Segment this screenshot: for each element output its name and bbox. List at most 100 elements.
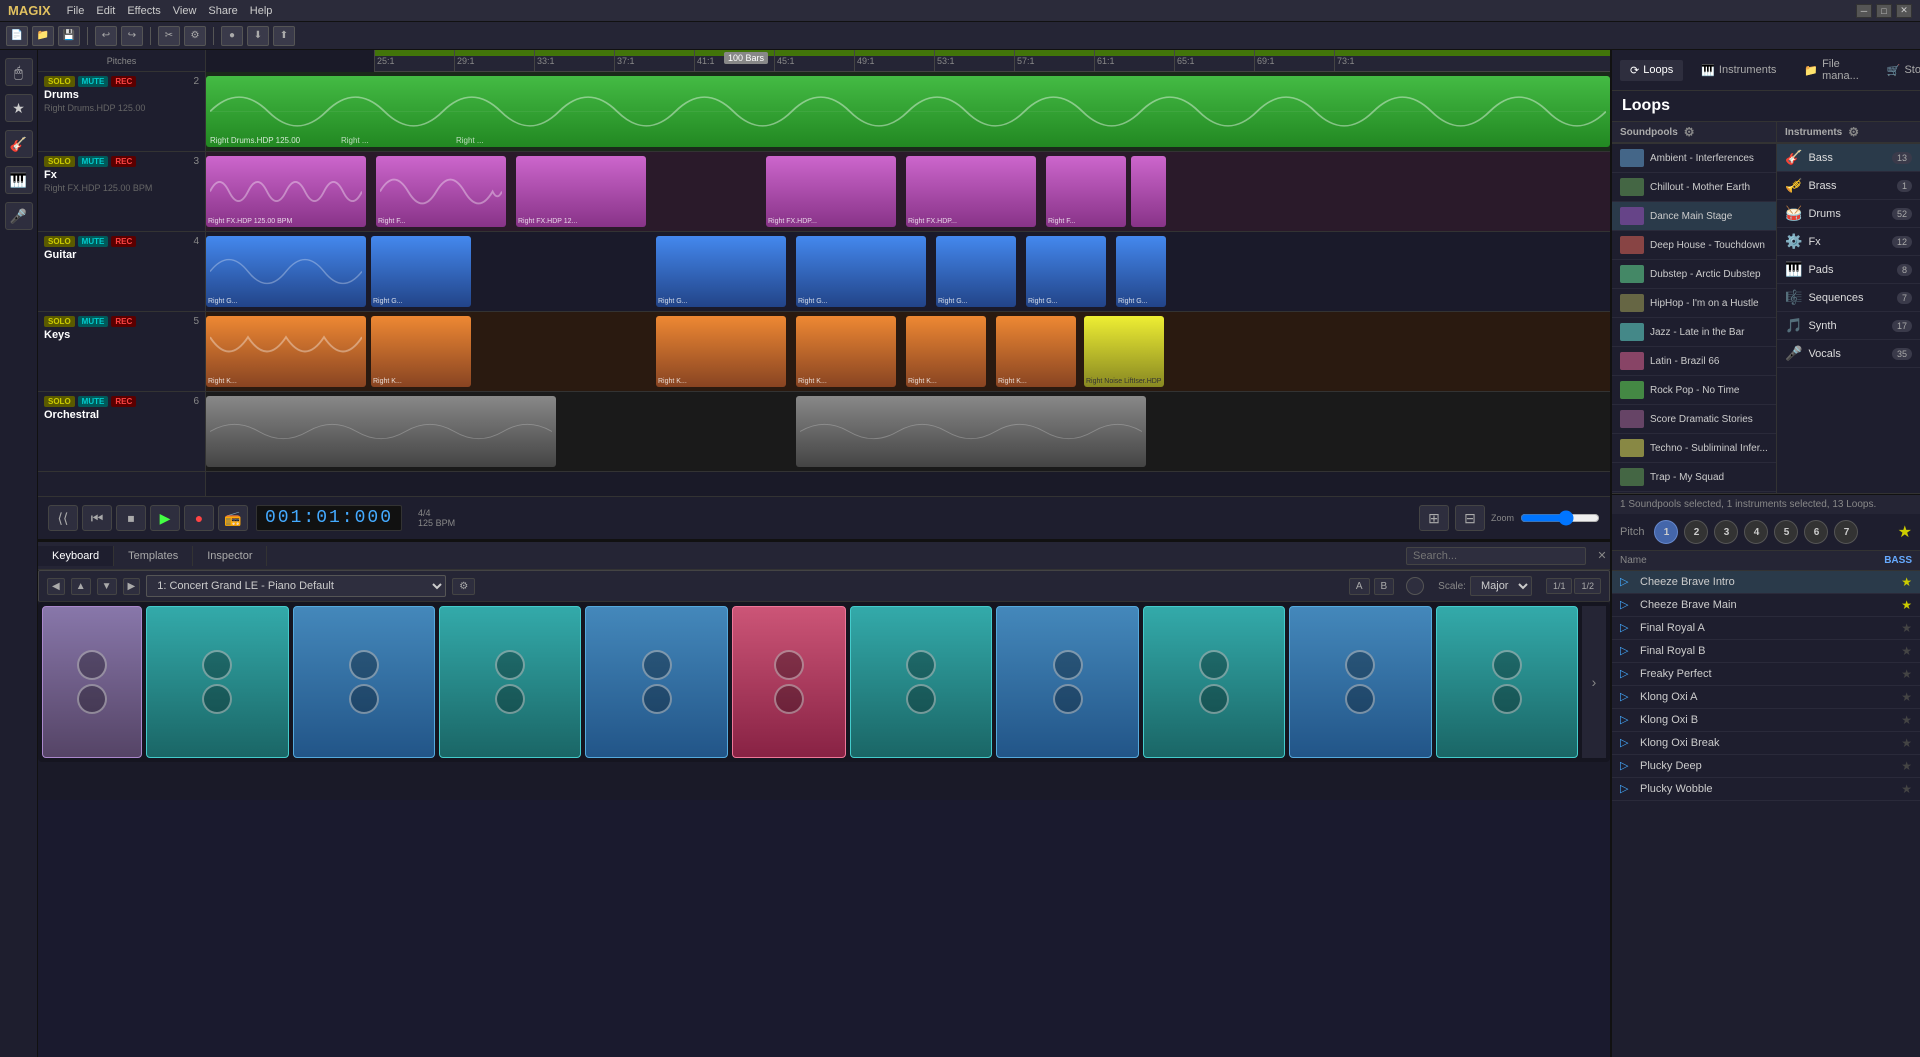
key-pad-9[interactable]	[1143, 606, 1285, 758]
soundpool-techno[interactable]: Techno - Subliminal Infer...	[1612, 434, 1776, 463]
menu-share[interactable]: Share	[208, 5, 237, 17]
transport-play[interactable]: ▶	[150, 505, 180, 531]
fx-clip-5[interactable]: Right FX.HDP...	[906, 156, 1036, 227]
loop-star-3[interactable]: ★	[1901, 621, 1912, 635]
keys-solo-button[interactable]: SOLO	[44, 316, 75, 327]
instrument-select[interactable]: 1: Concert Grand LE - Piano Default	[146, 575, 446, 597]
loop-star-8[interactable]: ★	[1901, 736, 1912, 750]
key-pad-4[interactable]	[439, 606, 581, 758]
loop-star-2[interactable]: ★	[1901, 598, 1912, 612]
guitar-clip-3[interactable]: Right G...	[656, 236, 786, 307]
toolbar-burn[interactable]: ●	[221, 26, 243, 46]
guitar-rec-button[interactable]: REC	[111, 236, 136, 247]
loop-item-8[interactable]: ▷ Klong Oxi Break ★	[1612, 732, 1920, 755]
panel-tab-instruments[interactable]: 🎹 Instruments	[1691, 60, 1786, 81]
keys-clip-6[interactable]: Right K...	[996, 316, 1076, 387]
soundpool-score[interactable]: Score Dramatic Stories	[1612, 405, 1776, 434]
orchestral-lane[interactable]	[206, 392, 1610, 472]
orchestral-solo-button[interactable]: SOLO	[44, 396, 75, 407]
fx-lane[interactable]: Right FX.HDP 125.00 BPM Right F... Right…	[206, 152, 1610, 232]
keys-a-button[interactable]: A	[1349, 578, 1370, 595]
instrument-brass[interactable]: 🎺 Brass 1	[1777, 172, 1920, 200]
loop-item-4[interactable]: ▷ Final Royal B ★	[1612, 640, 1920, 663]
drums-clip-main[interactable]	[206, 76, 1610, 147]
scale-select[interactable]: Major	[1470, 576, 1532, 596]
toolbar-undo[interactable]: ↩	[95, 26, 117, 46]
toolbar-new[interactable]: 📄	[6, 26, 28, 46]
transport-stop[interactable]: ⏹	[116, 505, 146, 531]
toolbar-export[interactable]: ⬆	[273, 26, 295, 46]
bottom-search-input[interactable]	[1406, 547, 1586, 565]
menu-view[interactable]: View	[173, 5, 197, 17]
menu-effects[interactable]: Effects	[127, 5, 160, 17]
key-pad-10[interactable]	[1289, 606, 1431, 758]
toolbar-save[interactable]: 💾	[58, 26, 80, 46]
inst-settings-button[interactable]: ⚙	[452, 578, 475, 595]
transport-prev[interactable]: ⏮	[82, 505, 112, 531]
tab-templates[interactable]: Templates	[114, 546, 193, 566]
fx-clip-7[interactable]	[1131, 156, 1166, 227]
loop-item-2[interactable]: ▷ Cheeze Brave Main ★	[1612, 594, 1920, 617]
keys-clip-4[interactable]: Right K...	[796, 316, 896, 387]
loop-item-3[interactable]: ▷ Final Royal A ★	[1612, 617, 1920, 640]
fx-clip-3[interactable]: Right FX.HDP 12...	[516, 156, 646, 227]
soundpool-ambient[interactable]: Ambient - Interferences	[1612, 144, 1776, 173]
bottom-close-button[interactable]: ✕	[1594, 548, 1610, 564]
pitch-btn-6[interactable]: 6	[1804, 520, 1828, 544]
soundpools-settings-icon[interactable]: ⚙	[1684, 125, 1695, 139]
keys-clip-yellow[interactable]: Right Noise LiftIser.HDP	[1084, 316, 1164, 387]
drums-solo-button[interactable]: SOLO	[44, 76, 75, 87]
keys-clip-1[interactable]: Right K...	[206, 316, 366, 387]
menu-file[interactable]: File	[67, 5, 85, 17]
toolbar-cut[interactable]: ✂	[158, 26, 180, 46]
soundpool-rock-pop[interactable]: Rock Pop - No Time	[1612, 376, 1776, 405]
sidebar-icon-mic[interactable]: 🎤	[5, 202, 33, 230]
soundpool-dubstep[interactable]: Dubstep - Arctic Dubstep	[1612, 260, 1776, 289]
guitar-clip-5[interactable]: Right G...	[936, 236, 1016, 307]
soundpool-trap[interactable]: Trap - My Squad	[1612, 463, 1776, 492]
view-mode-2[interactable]: ⊟	[1455, 505, 1485, 531]
pitch-star-button[interactable]: ★	[1898, 522, 1912, 542]
pitch-btn-2[interactable]: 2	[1684, 520, 1708, 544]
orchestral-clip-1[interactable]	[206, 396, 556, 467]
guitar-clip-7[interactable]: Right G...	[1116, 236, 1166, 307]
loop-star-7[interactable]: ★	[1901, 713, 1912, 727]
soundpool-dance[interactable]: Dance Main Stage	[1612, 202, 1776, 231]
tab-keyboard[interactable]: Keyboard	[38, 546, 114, 566]
key-pad-8[interactable]	[996, 606, 1138, 758]
guitar-clip-1[interactable]: Right G...	[206, 236, 366, 307]
loop-star-4[interactable]: ★	[1901, 644, 1912, 658]
zoom-slider[interactable]	[1520, 510, 1600, 526]
soundpool-jazz[interactable]: Jazz - Late in the Bar	[1612, 318, 1776, 347]
key-pad-5[interactable]	[585, 606, 727, 758]
loop-item-5[interactable]: ▷ Freaky Perfect ★	[1612, 663, 1920, 686]
fx-solo-button[interactable]: SOLO	[44, 156, 75, 167]
inst-2-button[interactable]: 1/2	[1574, 578, 1601, 594]
drums-rec-button[interactable]: REC	[111, 76, 136, 87]
guitar-solo-button[interactable]: SOLO	[44, 236, 75, 247]
loop-item-9[interactable]: ▷ Plucky Deep ★	[1612, 755, 1920, 778]
timeline-ruler[interactable]: 25:1 29:1 33:1 37:1 41:1 45:1 49:1 53:1 …	[374, 50, 1610, 72]
keys-rec-button[interactable]: REC	[111, 316, 136, 327]
soundpool-deep-house[interactable]: Deep House - Touchdown	[1612, 231, 1776, 260]
toolbar-open[interactable]: 📁	[32, 26, 54, 46]
toolbar-redo[interactable]: ↪	[121, 26, 143, 46]
fx-mute-button[interactable]: MUTE	[78, 156, 109, 167]
orchestral-rec-button[interactable]: REC	[111, 396, 136, 407]
view-mode-1[interactable]: ⊞	[1419, 505, 1449, 531]
soundpool-latin[interactable]: Latin - Brazil 66	[1612, 347, 1776, 376]
loop-star-5[interactable]: ★	[1901, 667, 1912, 681]
fx-clip-6[interactable]: Right F...	[1046, 156, 1126, 227]
loop-star-6[interactable]: ★	[1901, 690, 1912, 704]
fx-clip-2[interactable]: Right F...	[376, 156, 506, 227]
instrument-bass[interactable]: 🎸 Bass 13	[1777, 144, 1920, 172]
guitar-clip-2[interactable]: Right G...	[371, 236, 471, 307]
pitch-btn-1[interactable]: 1	[1654, 520, 1678, 544]
pitch-btn-7[interactable]: 7	[1834, 520, 1858, 544]
sidebar-icon-guitar[interactable]: 🎸	[5, 130, 33, 158]
instrument-drums[interactable]: 🥁 Drums 52	[1777, 200, 1920, 228]
instrument-synth[interactable]: 🎵 Synth 17	[1777, 312, 1920, 340]
instruments-settings-icon[interactable]: ⚙	[1848, 125, 1859, 139]
keys-clip-5[interactable]: Right K...	[906, 316, 986, 387]
key-pad-3[interactable]	[293, 606, 435, 758]
